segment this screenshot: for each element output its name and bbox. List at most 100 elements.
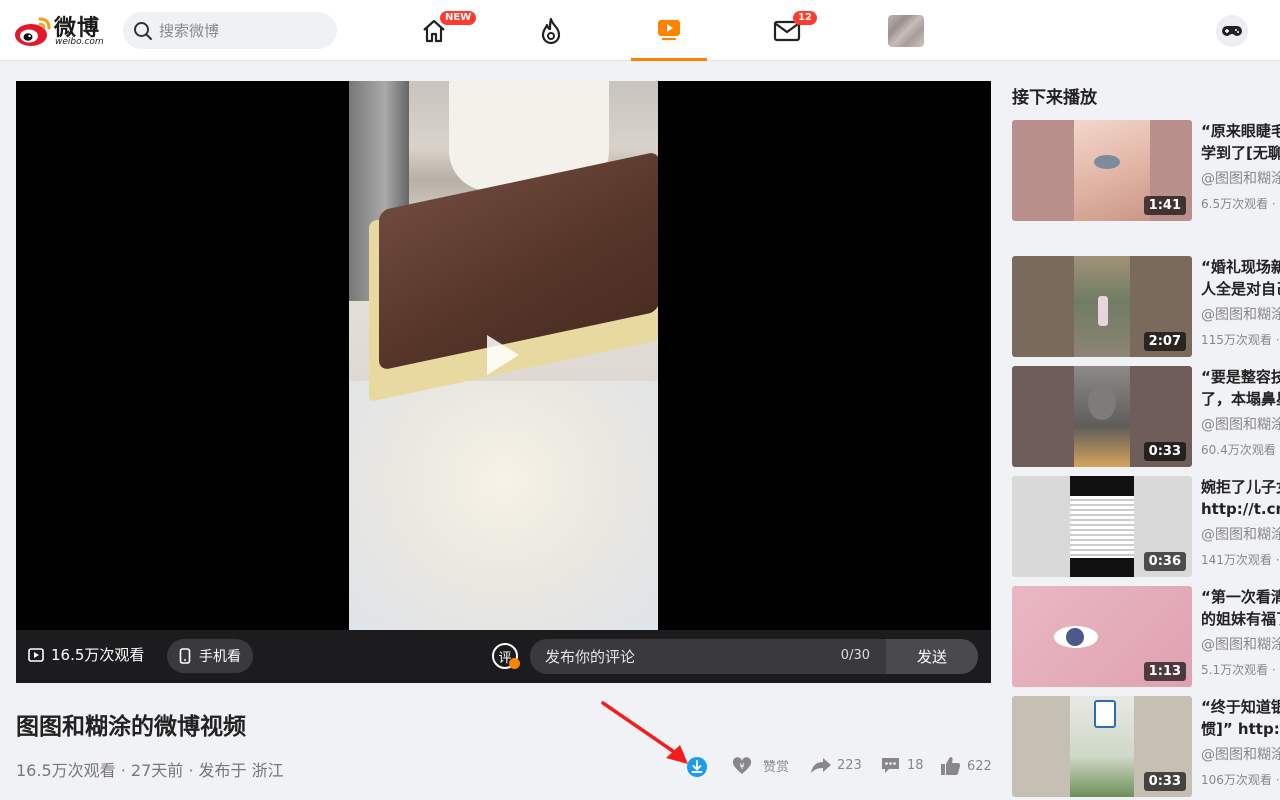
forward-arrow-icon xyxy=(811,758,831,773)
title-line: 婉拒了儿子女 xyxy=(1201,478,1280,496)
title-line: http://t.cn/ xyxy=(1201,500,1280,518)
video-views: 5.1万次观看 · xyxy=(1201,663,1276,677)
weibo-logo[interactable]: 微博 weibo.com xyxy=(14,10,110,50)
thumbnail-image xyxy=(1070,476,1134,577)
video-duration: 0:33 xyxy=(1143,772,1186,791)
thumbnail-detail xyxy=(1094,155,1120,169)
recommended-video-title[interactable]: “终于知道银 惯]” http:// xyxy=(1201,696,1280,740)
recommended-video-title[interactable]: “要是整容技 了，本塌鼻星 xyxy=(1201,366,1280,410)
recommended-video[interactable]: 2:07 “婚礼现场新 人全是对自己 @图图和糊涂 115万次观看 · xyxy=(1012,256,1280,357)
search-box[interactable] xyxy=(123,12,337,49)
phone-icon xyxy=(179,648,191,664)
recommended-video-title[interactable]: “婚礼现场新 人全是对自己 xyxy=(1201,256,1280,300)
comment-button[interactable]: 18 xyxy=(880,756,924,775)
video-thumbnail[interactable]: 0:33 xyxy=(1012,696,1192,797)
avatar xyxy=(888,14,924,47)
player-controls: 16.5万次观看 手机看 评 0/30 发送 xyxy=(16,630,991,683)
title-line: 了，本塌鼻星 xyxy=(1201,390,1280,408)
thumbnail-detail xyxy=(1054,626,1098,648)
video-views: 106万次观看 · xyxy=(1201,773,1280,787)
logo-subtext: weibo.com xyxy=(55,37,104,47)
video-author[interactable]: @图图和糊涂 xyxy=(1201,414,1280,434)
comment-input[interactable] xyxy=(545,639,825,674)
nav-messages[interactable]: 12 xyxy=(749,0,825,61)
recommended-video[interactable]: 0:36 婉拒了儿子女 http://t.cn/ @图图和糊涂 141万次观看 … xyxy=(1012,476,1280,577)
reward-heart-icon: ¥ xyxy=(732,756,752,774)
video-views: 115万次观看 · xyxy=(1201,333,1280,347)
thumbnail-image xyxy=(1074,120,1150,221)
play-icon[interactable] xyxy=(487,335,519,375)
player-views: 16.5万次观看 xyxy=(28,644,144,665)
weibo-eye-icon xyxy=(15,17,51,46)
nav-video[interactable] xyxy=(631,0,707,61)
download-icon xyxy=(687,757,707,777)
title-line: “要是整容技 xyxy=(1201,368,1280,386)
message-count-badge: 12 xyxy=(793,11,817,25)
video-views: 141万次观看 · xyxy=(1201,553,1280,567)
video-duration: 1:13 xyxy=(1143,662,1186,681)
like-count: 622 xyxy=(967,758,992,774)
nav-home[interactable]: NEW xyxy=(396,0,477,61)
video-views: 60.4万次观看 xyxy=(1201,443,1276,457)
new-badge: NEW xyxy=(440,11,477,25)
title-line: “终于知道银 xyxy=(1201,698,1280,716)
video-player[interactable]: 16.5万次观看 手机看 评 0/30 发送 xyxy=(16,81,991,683)
thumbs-up-icon xyxy=(941,757,961,775)
play-count-icon xyxy=(28,647,44,662)
nav-hot[interactable] xyxy=(513,0,589,61)
comment-count: 18 xyxy=(907,758,924,773)
watch-on-phone-button[interactable]: 手机看 xyxy=(167,639,253,673)
recommended-video-title[interactable]: “原来眼睫毛 学到了[无聊 xyxy=(1201,120,1280,164)
forward-count: 223 xyxy=(837,757,862,773)
video-thumbnail[interactable]: 0:36 xyxy=(1012,476,1192,577)
video-author[interactable]: @图图和糊涂 xyxy=(1201,304,1280,324)
recommended-video[interactable]: 1:41 “原来眼睫毛 学到了[无聊 @图图和糊涂 6.5万次观看 · xyxy=(1012,120,1280,221)
reward-button[interactable]: ¥ 赞赏 xyxy=(732,756,789,775)
title-line: “第一次看清 xyxy=(1201,588,1280,606)
video-views: 6.5万次观看 · xyxy=(1201,197,1276,211)
search-input[interactable] xyxy=(159,12,329,49)
video-play-icon xyxy=(658,20,680,41)
comment-box: 0/30 xyxy=(530,639,886,674)
game-menu-button[interactable] xyxy=(1216,15,1248,47)
comment-bubble-icon xyxy=(882,758,899,773)
recommended-video[interactable]: 0:33 “要是整容技 了，本塌鼻星 @图图和糊涂 60.4万次观看 xyxy=(1012,366,1280,467)
gamepad-icon xyxy=(1222,26,1242,36)
player-views-label: 16.5万次观看 xyxy=(51,646,145,664)
video-duration: 1:41 xyxy=(1143,196,1186,215)
video-duration: 2:07 xyxy=(1143,332,1186,351)
title-line: “婚礼现场新 xyxy=(1201,258,1280,276)
video-thumbnail[interactable]: 1:13 xyxy=(1012,586,1192,687)
thumbnail-detail xyxy=(1094,700,1116,728)
thumbnail-detail xyxy=(1070,496,1134,558)
title-line: 惯]” http:// xyxy=(1201,720,1280,738)
thumbnail-detail xyxy=(1098,296,1108,326)
recommended-video-title[interactable]: “第一次看清 的姐妹有福了 xyxy=(1201,586,1280,630)
forward-button[interactable]: 223 xyxy=(810,756,862,774)
recommended-video[interactable]: 0:33 “终于知道银 惯]” http:// @图图和糊涂 106万次观看 · xyxy=(1012,696,1280,797)
video-author[interactable]: @图图和糊涂 xyxy=(1201,634,1280,654)
nav-profile[interactable] xyxy=(868,0,944,61)
red-arrow-annotation xyxy=(601,701,688,764)
recommended-video[interactable]: 1:13 “第一次看清 的姐妹有福了 @图图和糊涂 5.1万次观看 · xyxy=(1012,586,1280,687)
thumbnail-detail xyxy=(1066,628,1084,646)
video-author[interactable]: @图图和糊涂 xyxy=(1201,744,1280,764)
search-icon xyxy=(134,22,152,40)
watch-on-phone-label: 手机看 xyxy=(199,649,241,665)
thumbnail-image xyxy=(1070,696,1134,797)
download-button[interactable] xyxy=(686,756,708,778)
video-thumbnail[interactable]: 0:33 xyxy=(1012,366,1192,467)
recommended-video-title[interactable]: 婉拒了儿子女 http://t.cn/ xyxy=(1201,476,1280,520)
video-thumbnail[interactable]: 2:07 xyxy=(1012,256,1192,357)
video-duration: 0:36 xyxy=(1143,552,1186,571)
video-author[interactable]: @图图和糊涂 xyxy=(1201,524,1280,544)
video-frame[interactable] xyxy=(349,81,658,630)
flame-icon xyxy=(541,17,561,44)
comment-char-count: 0/30 xyxy=(840,648,870,663)
up-next-title: 接下来播放 xyxy=(1012,88,1097,108)
thumbnail-image xyxy=(1074,256,1130,357)
video-thumbnail[interactable]: 1:41 xyxy=(1012,120,1192,221)
send-comment-button[interactable]: 发送 xyxy=(886,639,978,674)
like-button[interactable]: 622 xyxy=(940,756,992,776)
video-author[interactable]: @图图和糊涂 xyxy=(1201,168,1280,188)
